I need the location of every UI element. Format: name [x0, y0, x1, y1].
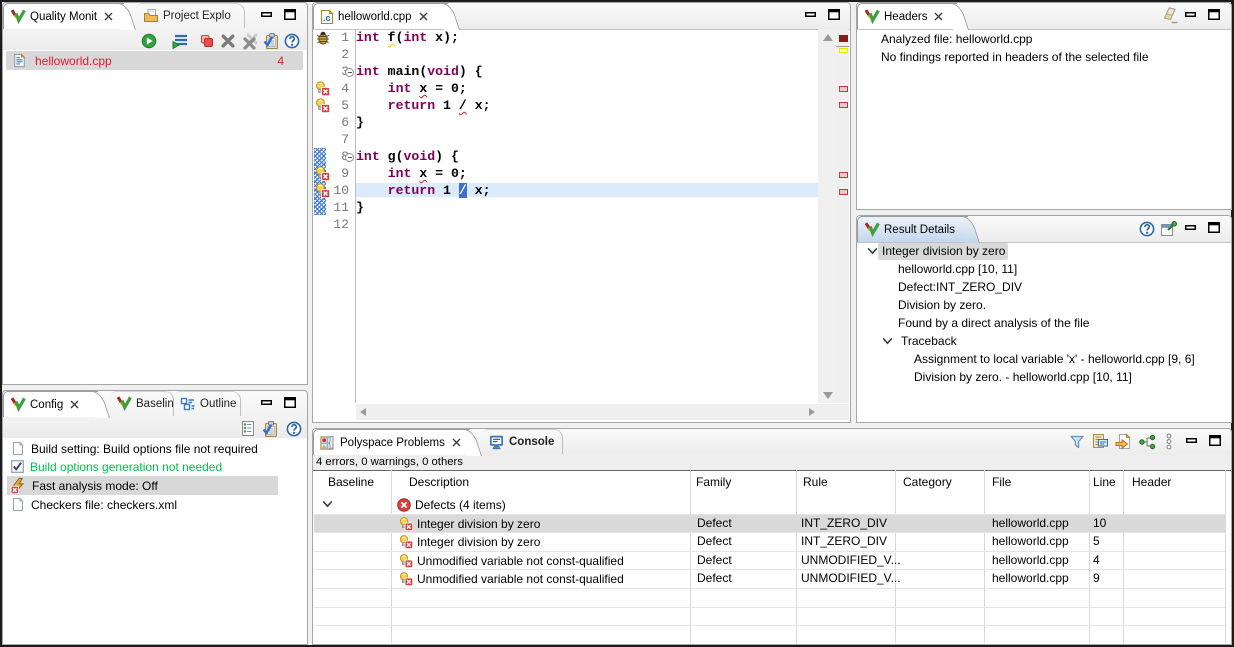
svg-text:.c: .c: [323, 13, 331, 23]
